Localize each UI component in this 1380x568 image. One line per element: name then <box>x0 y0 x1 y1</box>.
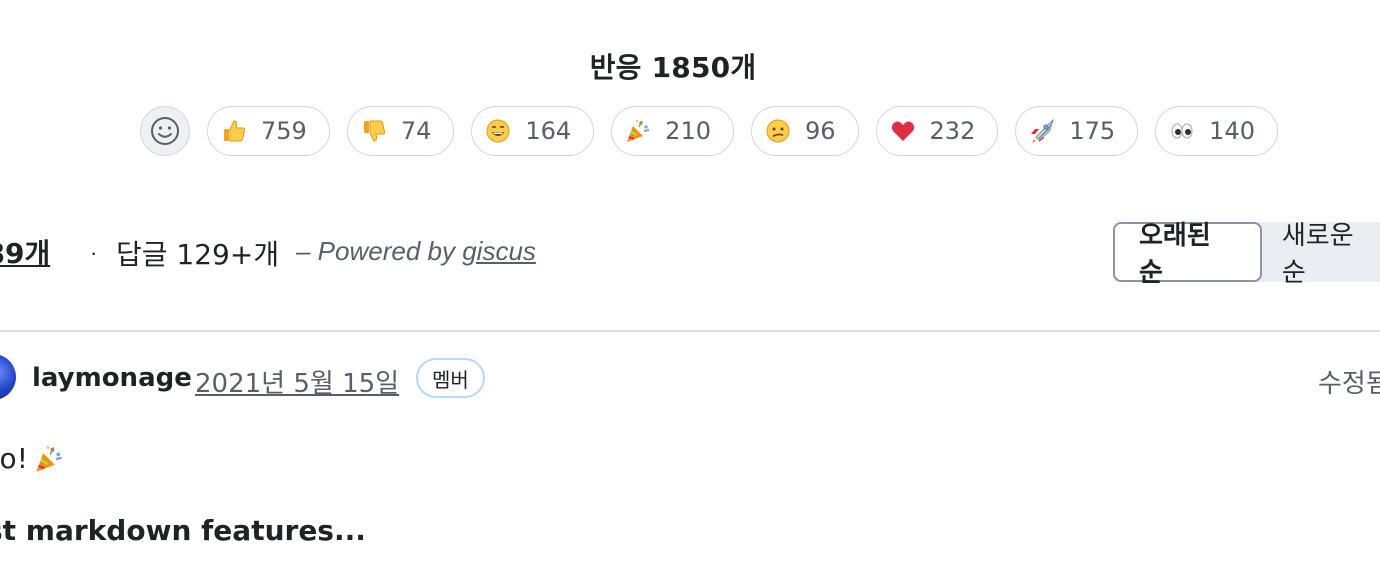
divider <box>0 330 1380 332</box>
party-popper-icon <box>34 444 64 474</box>
rocket-icon <box>1029 118 1055 144</box>
hooray-icon <box>625 118 651 144</box>
add-reaction-button[interactable] <box>140 106 190 156</box>
member-badge: 멤버 <box>416 358 485 398</box>
eyes-icon <box>1169 118 1195 144</box>
sort-newest-button[interactable]: 새로운 순 <box>1255 221 1380 288</box>
giscus-link[interactable]: giscus <box>462 236 536 266</box>
reply-count: 답글 129+개 <box>116 238 280 271</box>
comment-count-link[interactable]: 089개 <box>0 232 50 272</box>
comment-header: laymonage 2021년 5월 15일 멤버 수정됨 <box>0 354 1380 404</box>
discussion-header: 089개 · 답글 129+개 – Powered by giscus 오래된 … <box>0 221 1380 288</box>
reactions-row: 759 74 164 210 96 232 175 140 <box>140 106 1295 156</box>
laugh-icon <box>485 118 511 144</box>
reaction-count: 175 <box>1069 117 1116 145</box>
comment-text: llo! <box>0 442 28 475</box>
smiley-add-icon <box>151 117 179 145</box>
reaction-rocket[interactable]: 175 <box>1015 106 1139 156</box>
heart-icon <box>890 118 916 144</box>
reaction-count: 164 <box>525 117 572 145</box>
reactions-title: 반응 1850개 <box>589 51 757 84</box>
reaction-count: 759 <box>261 117 307 145</box>
reaction-count: 74 <box>400 117 432 145</box>
edited-indicator[interactable]: 수정됨 <box>1318 363 1380 400</box>
giscus-widget: 반응 1850개 759 74 164 210 96 232 175 140 9… <box>0 0 1380 568</box>
reaction-heart[interactable]: 232 <box>875 106 999 156</box>
comment-date[interactable]: 2021년 5월 15일 <box>195 363 399 400</box>
thumbs-up-icon <box>221 118 247 144</box>
powered-by-prefix: – Powered by <box>296 236 463 266</box>
sort-oldest-button[interactable]: 오래된 순 <box>1113 221 1262 288</box>
reaction-count: 96 <box>804 117 836 145</box>
confused-icon <box>765 118 791 144</box>
reaction-thumbs-down[interactable]: 74 <box>346 106 455 156</box>
sort-toggle: 오래된 순 새로운 순 <box>1113 221 1380 288</box>
thumbs-down-icon <box>361 118 387 144</box>
comment-heading: st markdown features... <box>0 514 366 547</box>
reaction-confused[interactable]: 96 <box>750 106 859 156</box>
comment-author[interactable]: laymonage <box>32 363 192 393</box>
separator: · <box>90 240 98 265</box>
reaction-eyes[interactable]: 140 <box>1155 106 1278 156</box>
reaction-count: 232 <box>929 117 976 145</box>
powered-by: – Powered by giscus <box>296 236 536 267</box>
reaction-thumbs-up[interactable]: 759 <box>207 106 330 156</box>
reaction-count: 210 <box>665 117 711 145</box>
reaction-laugh[interactable]: 164 <box>471 106 595 156</box>
avatar[interactable] <box>0 354 16 400</box>
reaction-count: 140 <box>1209 117 1255 145</box>
reaction-hooray[interactable]: 210 <box>611 106 734 156</box>
comment-body-line: llo! <box>0 442 64 475</box>
